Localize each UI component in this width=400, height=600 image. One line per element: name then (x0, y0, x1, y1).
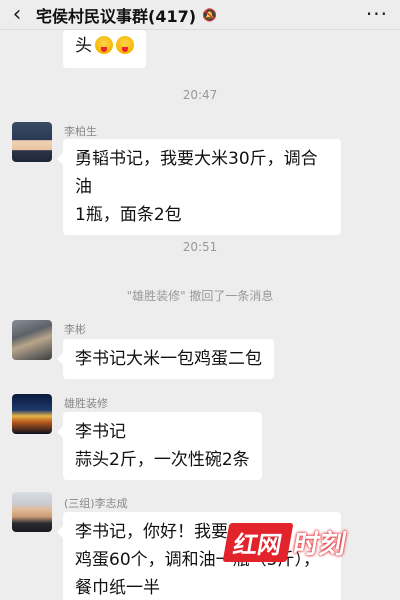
more-dots-icon[interactable]: ··· (366, 2, 388, 26)
watermark-logo: 红网 时刻 (222, 520, 386, 564)
timestamp: 20:51 (182, 240, 218, 254)
message-list[interactable]: 头 20:47 李柏生 勇韬书记，我要大米30斤，调合油 1瓶，面条2包 20:… (0, 30, 400, 600)
message-bubble[interactable]: 李书记 蒜头2斤，一次性碗2条 (57, 412, 262, 480)
tongue-face-emoji (116, 36, 134, 54)
chat-title: 宅侯村民议事群(417) (36, 6, 197, 26)
avatar[interactable] (12, 320, 52, 360)
chat-header: ‹ 宅侯村民议事群(417) 🔕 ··· (0, 0, 400, 30)
watermark-text: 时刻 (290, 529, 349, 560)
sender-name: (三组)李志成 (64, 497, 128, 510)
bell-off-icon: 🔕 (202, 7, 217, 22)
message-text: 头 (75, 36, 92, 56)
message-bubble[interactable]: 头 (63, 30, 146, 68)
sender-name: 雄胜装修 (64, 397, 108, 410)
avatar[interactable] (12, 122, 52, 162)
sender-name: 李柏生 (64, 125, 97, 138)
sender-name: 李彬 (64, 323, 86, 336)
back-arrow-icon[interactable]: ‹ (0, 0, 34, 30)
message-bubble[interactable]: 李书记大米一包鸡蛋二包 (57, 339, 274, 379)
tongue-face-emoji (95, 36, 113, 54)
avatar[interactable] (12, 394, 52, 434)
avatar[interactable] (12, 492, 52, 532)
recall-notice: "雄胜装修" 撤回了一条消息 (126, 289, 274, 303)
timestamp: 20:47 (182, 88, 218, 102)
message-text: 李书记 (75, 422, 126, 442)
watermark-box: 红网 (222, 522, 294, 562)
message-text: 蒜头2斤，一次性碗2条 (75, 450, 250, 470)
message-text: 1瓶，面条2包 (75, 205, 182, 225)
message-text: 勇韬书记，我要大米30斤，调合油 (75, 149, 318, 197)
message-bubble[interactable]: 勇韬书记，我要大米30斤，调合油 1瓶，面条2包 (57, 139, 341, 235)
message-text: 餐巾纸一半 (75, 578, 160, 598)
message-text: 李书记大米一包鸡蛋二包 (75, 349, 262, 369)
